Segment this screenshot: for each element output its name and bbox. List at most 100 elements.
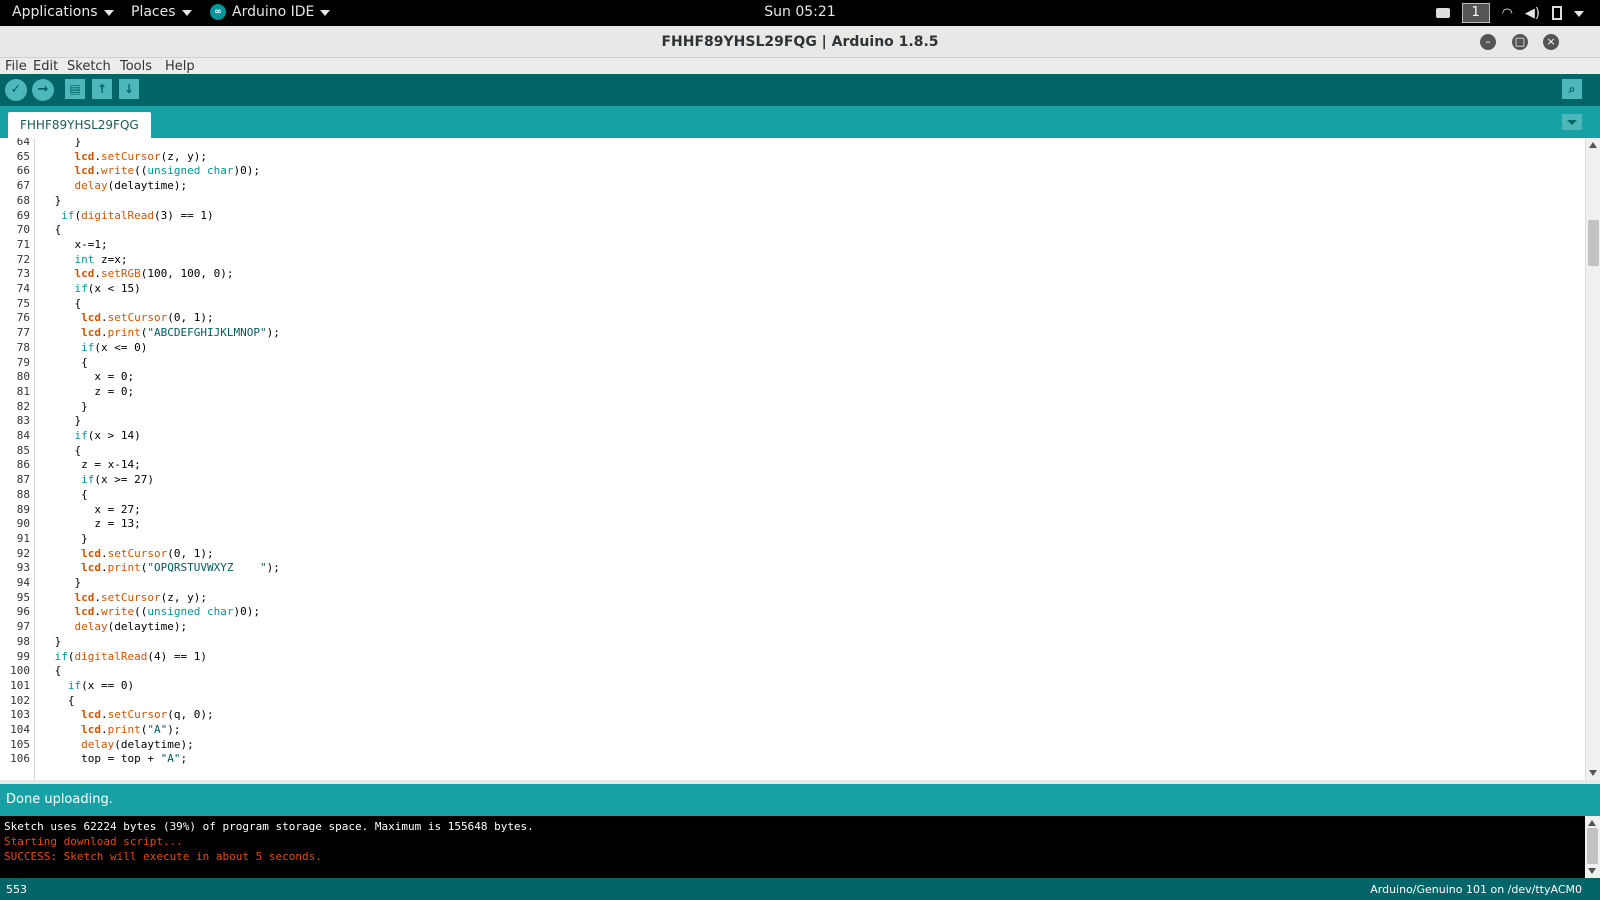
code-line[interactable]: x = 27; [48,503,140,516]
minimize-button[interactable]: – [1480,34,1496,50]
code-line[interactable]: } [48,400,88,413]
code-line[interactable]: lcd.print("OPQRSTUVWXYZ "); [48,561,280,574]
system-menu-chevron-icon[interactable] [1574,11,1584,17]
editor-scrollbar[interactable] [1585,138,1600,780]
open-button[interactable]: ↑ [92,79,112,99]
verify-button[interactable]: ✓ [5,79,27,101]
video-camera-icon[interactable] [1435,8,1450,18]
workspace-indicator[interactable]: 1 [1461,3,1490,23]
code-line[interactable]: lcd.write((unsigned char)0); [48,164,260,177]
code-line[interactable]: lcd.print("ABCDEFGHIJKLMNOP"); [48,326,280,339]
app-menu-label: Arduino IDE [232,4,315,20]
code-line[interactable]: delay(delaytime); [48,738,194,751]
code-line[interactable]: } [48,138,81,148]
code-line[interactable]: { [48,356,88,369]
window-title: FHHF89YHSL29FQG | Arduino 1.8.5 [661,34,939,50]
line-number: 93 [16,561,30,575]
upload-button[interactable]: → [32,79,54,101]
app-menu[interactable]: ∞ Arduino IDE [210,4,331,20]
scrollbar-thumb[interactable] [1588,220,1599,266]
maximize-icon: □ [1514,35,1526,48]
code-line[interactable]: lcd.setCursor(z, y); [48,591,207,604]
line-number: 73 [16,267,30,281]
line-number-gutter: 64 65 66 67 68 69 70 71 72 73 74 75 76 77 78 79 80 81 82 83… [0,138,35,780]
scroll-down-icon[interactable] [1589,770,1597,776]
code-line[interactable]: lcd.write((unsigned char)0); [48,605,260,618]
clock[interactable]: Sun 05:21 [764,4,835,20]
line-number: 105 [10,737,30,751]
code-line[interactable]: } [48,194,62,207]
volume-icon[interactable]: ◀) [1525,6,1540,21]
code-line[interactable]: delay(delaytime); [48,179,188,192]
line-number: 87 [16,473,30,487]
code-line[interactable]: { [48,444,81,457]
code-editor[interactable]: 64 65 66 67 68 69 70 71 72 73 74 75 76 77 78 79 80 81 82 83… [0,138,1585,780]
serial-monitor-button[interactable]: ⌕ [1562,79,1582,99]
line-number: 65 [16,149,30,163]
tab-menu-button[interactable] [1562,114,1582,130]
code-line[interactable]: int z=x; [48,253,128,266]
code-line[interactable]: z = 0; [48,385,134,398]
menu-sketch[interactable]: Sketch [67,59,111,74]
toolbar: ✓ → ▤ ↑ ↓ ⌕ [0,74,1600,106]
new-button[interactable]: ▤ [65,79,85,99]
code-line[interactable]: { [48,664,62,677]
code-line[interactable]: if(x == 0) [48,679,134,692]
code-line[interactable]: } [48,576,81,589]
close-icon: × [1546,35,1556,48]
code-line[interactable]: x-=1; [48,238,107,251]
code-line[interactable]: lcd.setRGB(100, 100, 0); [48,267,234,280]
chevron-down-icon [181,10,192,16]
line-number: 76 [16,311,30,325]
tab-strip: FHHF89YHSL29FQG [0,106,1600,138]
menu-help[interactable]: Help [165,59,195,74]
line-number: 88 [16,487,30,501]
code-line[interactable]: { [48,297,81,310]
code-line[interactable]: { [48,223,62,236]
scroll-up-icon[interactable] [1588,820,1596,826]
code-line[interactable]: delay(delaytime); [48,620,188,633]
console-output[interactable]: Sketch uses 62224 bytes (39%) of program… [0,816,1585,878]
code-line[interactable]: z = 13; [48,517,140,530]
line-number: 96 [16,605,30,619]
code-line[interactable]: lcd.setCursor(0, 1); [48,311,213,324]
code-line[interactable]: if(x < 15) [48,282,141,295]
code-line[interactable]: lcd.setCursor(q, 0); [48,708,213,721]
code-line[interactable]: z = x-14; [48,458,141,471]
menu-file[interactable]: File [5,59,27,74]
code-line[interactable]: lcd.print("A"); [48,723,180,736]
code-line[interactable]: } [48,532,88,545]
code-line[interactable]: if(digitalRead(3) == 1) [48,209,213,222]
wifi-icon[interactable]: ◠ [1502,6,1513,21]
console-scrollbar[interactable] [1585,816,1600,878]
tab-sketch[interactable]: FHHF89YHSL29FQG [8,112,151,138]
close-button[interactable]: × [1543,34,1559,50]
applications-menu[interactable]: Applications [12,4,114,20]
code-line[interactable]: if(x > 14) [48,429,141,442]
code-line[interactable]: } [48,635,62,648]
code-line[interactable]: { [48,488,88,501]
code-line[interactable]: if(digitalRead(4) == 1) [48,650,207,663]
battery-icon[interactable] [1552,6,1562,20]
line-number: 77 [16,326,30,340]
line-number: 106 [10,752,30,766]
menu-tools[interactable]: Tools [120,59,152,74]
save-button[interactable]: ↓ [119,79,139,99]
line-number: 67 [16,179,30,193]
scroll-down-icon[interactable] [1588,868,1596,874]
code-line[interactable]: lcd.setCursor(z, y); [48,150,207,163]
code-line[interactable]: } [48,414,81,427]
scroll-up-icon[interactable] [1589,142,1597,148]
code-line[interactable]: x = 0; [48,370,134,383]
code-line[interactable]: { [48,694,75,707]
menu-bar: File Edit Sketch Tools Help [0,58,1600,74]
maximize-button[interactable]: □ [1512,34,1528,50]
code-line[interactable]: top = top + "A"; [48,752,187,765]
line-number: 74 [16,282,30,295]
places-menu[interactable]: Places [131,4,192,20]
menu-edit[interactable]: Edit [33,59,58,74]
code-line[interactable]: if(x >= 27) [48,473,154,486]
code-line[interactable]: lcd.setCursor(0, 1); [48,547,213,560]
scrollbar-thumb[interactable] [1587,828,1598,864]
code-line[interactable]: if(x <= 0) [48,341,147,354]
